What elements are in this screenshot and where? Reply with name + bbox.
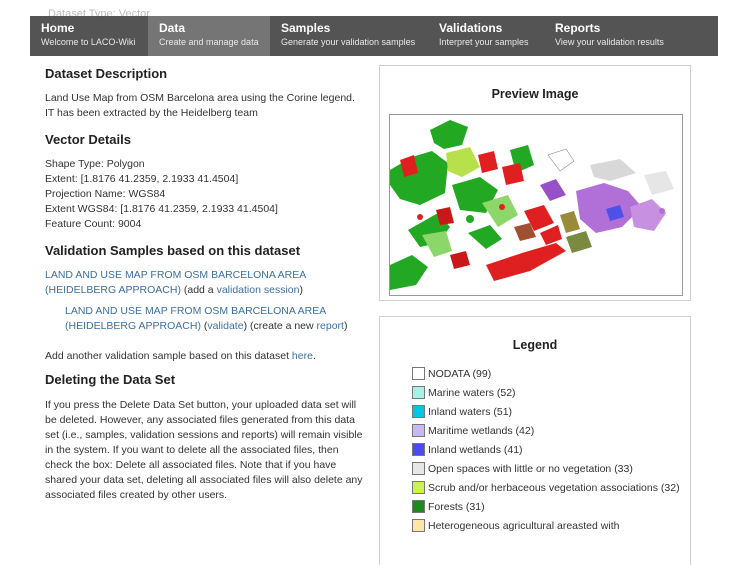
dataset-details: Dataset Description Land Use Map from OS… <box>45 66 365 503</box>
nav-home-title: Home <box>41 21 75 35</box>
legend-swatch <box>412 367 425 380</box>
legend-item: Maritime wetlands (42) <box>412 424 684 439</box>
wetland-patch <box>540 179 566 201</box>
urban-patch <box>486 243 566 281</box>
legend-label: Inland waters (51) <box>428 406 513 418</box>
legend-label: Scrub and/or herbaceous vegetation assoc… <box>428 482 680 494</box>
wetland-dot <box>659 208 665 214</box>
legend-list: NODATA (99) Marine waters (52) Inland wa… <box>412 367 684 538</box>
legend-swatch <box>412 519 425 532</box>
legend-item: Scrub and/or herbaceous vegetation assoc… <box>412 481 684 496</box>
legend-label: Forests (31) <box>428 501 485 513</box>
legend-label: Marine waters (52) <box>428 387 516 399</box>
urban-patch <box>502 163 524 185</box>
urban-dot <box>499 204 505 210</box>
top-navigation: Home Welcome to LACO-Wiki Data Create an… <box>30 16 718 56</box>
forest-patch <box>468 225 502 249</box>
legend-item: Open spaces with little or no vegetation… <box>412 462 684 477</box>
legend-label: Inland wetlands (41) <box>428 444 523 456</box>
legend-item: Marine waters (52) <box>412 386 684 401</box>
preview-panel: Preview Image <box>379 65 691 301</box>
industrial-patch <box>590 159 636 181</box>
nav-home-subtitle: Welcome to LACO-Wiki <box>41 37 136 47</box>
validate-link[interactable]: validate <box>207 320 243 332</box>
feature-count: Feature Count: 9004 <box>45 218 142 230</box>
agri-patch <box>566 231 592 253</box>
legend-item: Inland waters (51) <box>412 405 684 420</box>
legend-swatch <box>412 386 425 399</box>
preview-title: Preview Image <box>491 87 579 101</box>
forest-patch <box>390 255 428 290</box>
shape-type: Shape Type: Polygon <box>45 158 145 170</box>
forest-patch <box>430 120 468 149</box>
legend-swatch <box>412 424 425 437</box>
nav-validations[interactable]: Validations Interpret your samples <box>428 16 544 56</box>
legend-item: Forests (31) <box>412 500 684 515</box>
nav-reports-subtitle: View your validation results <box>555 37 664 47</box>
nav-reports-title: Reports <box>555 21 601 35</box>
legend-label: Heterogeneous agricultural areasted with <box>428 520 620 532</box>
map-svg <box>390 120 674 290</box>
nav-data-title: Data <box>159 21 186 35</box>
extent: Extent: [1.8176 41.2359, 2.1933 41.4504] <box>45 173 239 185</box>
legend-title: Legend <box>512 338 558 352</box>
coastline-white <box>547 148 575 172</box>
vector-details-heading: Vector Details <box>45 132 131 147</box>
delete-heading: Deleting the Data Set <box>45 372 176 387</box>
add-another-sample: Add another validation sample based on t… <box>45 350 316 362</box>
projection-name: Projection Name: WGS84 <box>45 188 166 200</box>
nav-data-subtitle: Create and manage data <box>159 37 259 47</box>
nav-validations-title: Validations <box>439 21 503 35</box>
legend-item: Heterogeneous agricultural areasted with <box>412 519 684 534</box>
urban-patch <box>540 225 562 245</box>
legend-swatch <box>412 462 425 475</box>
nav-reports[interactable]: Reports View your validation results <box>544 16 718 56</box>
nav-data[interactable]: Data Create and manage data <box>148 16 270 56</box>
legend-panel: Legend NODATA (99) Marine waters (52) In… <box>379 316 691 565</box>
nav-samples-subtitle: Generate your validation samples <box>281 37 416 47</box>
legend-label: NODATA (99) <box>428 368 492 380</box>
here-link[interactable]: here <box>292 350 313 362</box>
legend-item: NODATA (99) <box>412 367 684 382</box>
validation-sample-entry: LAND AND USE MAP FROM OSM BARCELONA AREA… <box>45 269 306 296</box>
forest-dot <box>466 215 474 223</box>
urban-patch <box>478 151 498 173</box>
preview-map <box>389 114 683 296</box>
delete-text: If you press the Delete Data Set button,… <box>45 399 363 501</box>
description-heading: Dataset Description <box>45 66 168 81</box>
nav-home[interactable]: Home Welcome to LACO-Wiki <box>30 16 148 56</box>
legend-swatch <box>412 481 425 494</box>
legend-label: Open spaces with little or no vegetation… <box>428 463 633 475</box>
nav-validations-subtitle: Interpret your samples <box>439 37 529 47</box>
validation-session-link[interactable]: validation session <box>217 284 300 296</box>
description-text: Land Use Map from OSM Barcelona area usi… <box>45 92 355 119</box>
legend-swatch <box>412 405 425 418</box>
scrub-patch <box>446 147 480 177</box>
report-link[interactable]: report <box>317 320 344 332</box>
extent-wgs84: Extent WGS84: [1.8176 41.2359, 2.1933 41… <box>45 203 278 215</box>
legend-item: Inland wetlands (41) <box>412 443 684 458</box>
urban-patch <box>450 251 470 269</box>
industrial-patch <box>644 171 674 195</box>
nav-samples[interactable]: Samples Generate your validation samples <box>270 16 428 56</box>
validation-samples-heading: Validation Samples based on this dataset <box>45 243 301 258</box>
urban-dot <box>417 214 423 220</box>
validation-session-entry: LAND AND USE MAP FROM OSM BARCELONA AREA… <box>65 305 348 332</box>
forest-patch <box>390 151 448 205</box>
legend-swatch <box>412 443 425 456</box>
legend-swatch <box>412 500 425 513</box>
legend-label: Maritime wetlands (42) <box>428 425 535 437</box>
nav-samples-title: Samples <box>281 21 331 35</box>
agri-patch <box>560 211 580 233</box>
